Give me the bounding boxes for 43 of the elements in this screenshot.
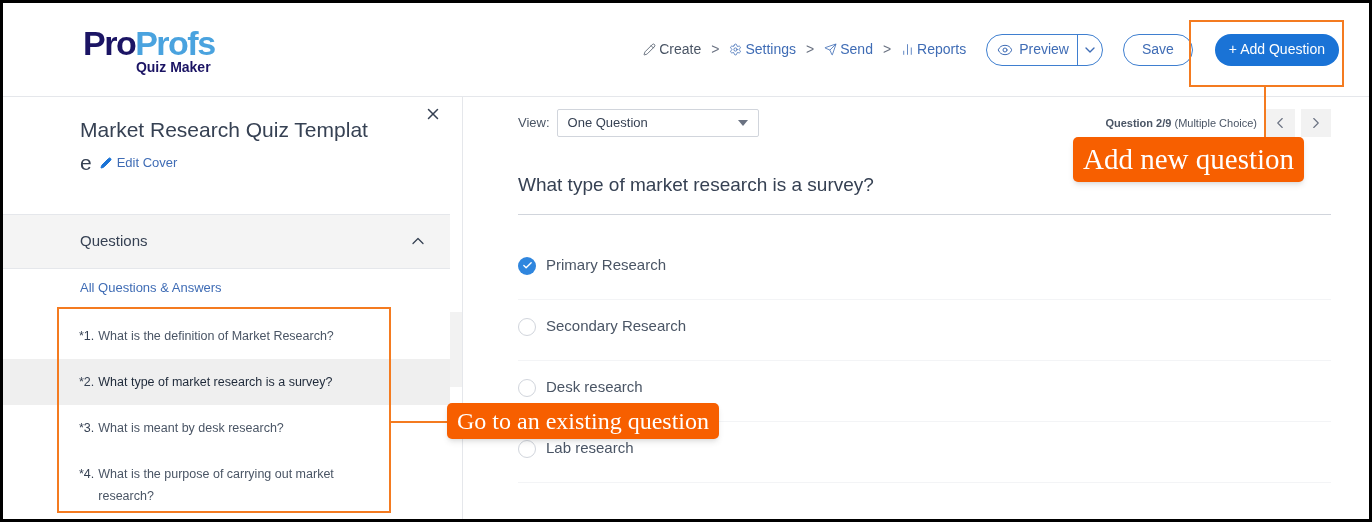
scrollbar[interactable]	[450, 312, 462, 387]
option-label: Lab research	[546, 438, 634, 459]
question-list-item[interactable]: *1. What is the definition of Market Research?	[3, 313, 450, 359]
quiz-title: Market Research Quiz Templat	[80, 117, 369, 143]
option-label: Desk research	[546, 377, 643, 398]
pencil-icon	[643, 43, 657, 56]
check-icon	[521, 260, 533, 271]
edit-cover-link[interactable]: Edit Cover	[99, 153, 178, 173]
next-button[interactable]	[1301, 109, 1331, 137]
question-list-item[interactable]: *4. What is the purpose of carrying out market research?	[3, 451, 450, 519]
callout: Add new question	[1073, 137, 1305, 182]
quiz-title: e	[80, 150, 92, 176]
radio-button[interactable]	[518, 317, 536, 336]
caret-icon	[737, 120, 748, 126]
add-question-button[interactable]: + Add Question	[1214, 33, 1339, 66]
callout: Go to an existing question	[447, 403, 719, 439]
breadcrumb-separator: >	[806, 40, 815, 59]
step-link[interactable]: Settings	[729, 39, 797, 60]
question-counter: Question 2/9 (Multiple Choice)	[1105, 115, 1257, 131]
previous-button[interactable]	[1265, 109, 1295, 137]
view-select[interactable]: One Question	[556, 109, 759, 137]
option-label: Primary Research	[546, 255, 667, 276]
bar-chart-icon	[901, 43, 915, 56]
questions-section-header[interactable]: Questions	[3, 215, 450, 269]
settings-icon	[729, 43, 743, 56]
leader-line	[391, 421, 447, 423]
step-link[interactable]: Reports	[901, 39, 967, 60]
view-label: View:	[518, 114, 550, 133]
pencil-icon	[99, 156, 112, 169]
radio-button[interactable]	[518, 378, 536, 397]
breadcrumb-separator: >	[711, 40, 720, 59]
all-questions-link[interactable]: All Questions & Answers	[3, 277, 450, 297]
step-link[interactable]: Send	[824, 39, 873, 60]
radio-button[interactable]	[518, 256, 536, 275]
question-list-item[interactable]: *2. What type of market research is a survey?	[3, 359, 450, 405]
radio-button[interactable]	[518, 439, 536, 458]
option-label: Secondary Research	[546, 316, 687, 337]
paper-plane-icon	[824, 43, 838, 56]
leader-line	[1264, 87, 1266, 137]
step-link[interactable]: Create	[643, 39, 702, 60]
logo: ProProfs Quiz Maker	[83, 25, 215, 74]
breadcrumb-separator: >	[882, 40, 892, 59]
question-list-item[interactable]: *3. What is meant by desk research?	[3, 405, 450, 451]
